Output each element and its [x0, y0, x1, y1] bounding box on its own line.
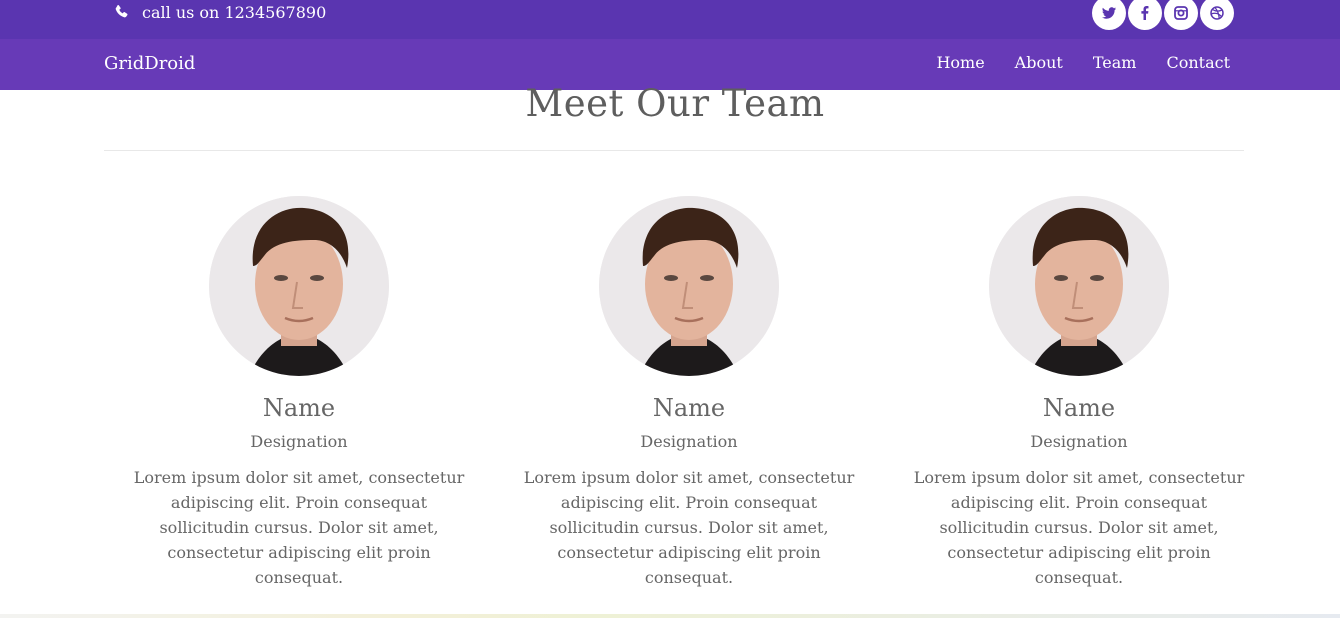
team-avatar	[989, 196, 1169, 376]
section-divider	[104, 150, 1244, 151]
team-card: Name Designation Lorem ipsum dolor sit a…	[104, 196, 494, 590]
nav-links: Home About Team Contact	[936, 53, 1230, 72]
nav-about[interactable]: About	[1015, 53, 1063, 72]
next-section-edge	[0, 614, 1340, 618]
member-name: Name	[1042, 394, 1116, 422]
member-bio: Lorem ipsum dolor sit amet, consectetur …	[523, 468, 855, 587]
social-links	[1092, 0, 1234, 30]
member-bio: Lorem ipsum dolor sit amet, consectetur …	[133, 468, 465, 587]
twitter-icon[interactable]	[1092, 0, 1126, 30]
phone-contact: call us on 1234567890	[114, 2, 326, 22]
phone-text: call us on 1234567890	[142, 2, 327, 22]
section-title: Meet Our Team	[525, 82, 825, 125]
instagram-icon[interactable]	[1164, 0, 1198, 30]
team-avatar	[599, 196, 779, 376]
top-bar: call us on 1234567890	[0, 0, 1340, 39]
dribbble-icon[interactable]	[1200, 0, 1234, 30]
member-bio: Lorem ipsum dolor sit amet, consectetur …	[913, 468, 1245, 587]
member-designation: Designation	[1030, 432, 1128, 451]
member-name: Name	[652, 394, 726, 422]
team-grid: Name Designation Lorem ipsum dolor sit a…	[104, 196, 1274, 590]
member-designation: Designation	[250, 432, 348, 451]
nav-home[interactable]: Home	[936, 53, 984, 72]
phone-icon	[114, 4, 130, 20]
member-name: Name	[262, 394, 336, 422]
team-avatar	[209, 196, 389, 376]
team-card: Name Designation Lorem ipsum dolor sit a…	[494, 196, 884, 590]
facebook-icon[interactable]	[1128, 0, 1162, 30]
nav-contact[interactable]: Contact	[1166, 53, 1230, 72]
brand-logo[interactable]: GridDroid	[104, 53, 195, 74]
team-card: Name Designation Lorem ipsum dolor sit a…	[884, 196, 1274, 590]
nav-team[interactable]: Team	[1093, 53, 1137, 72]
member-designation: Designation	[640, 432, 738, 451]
